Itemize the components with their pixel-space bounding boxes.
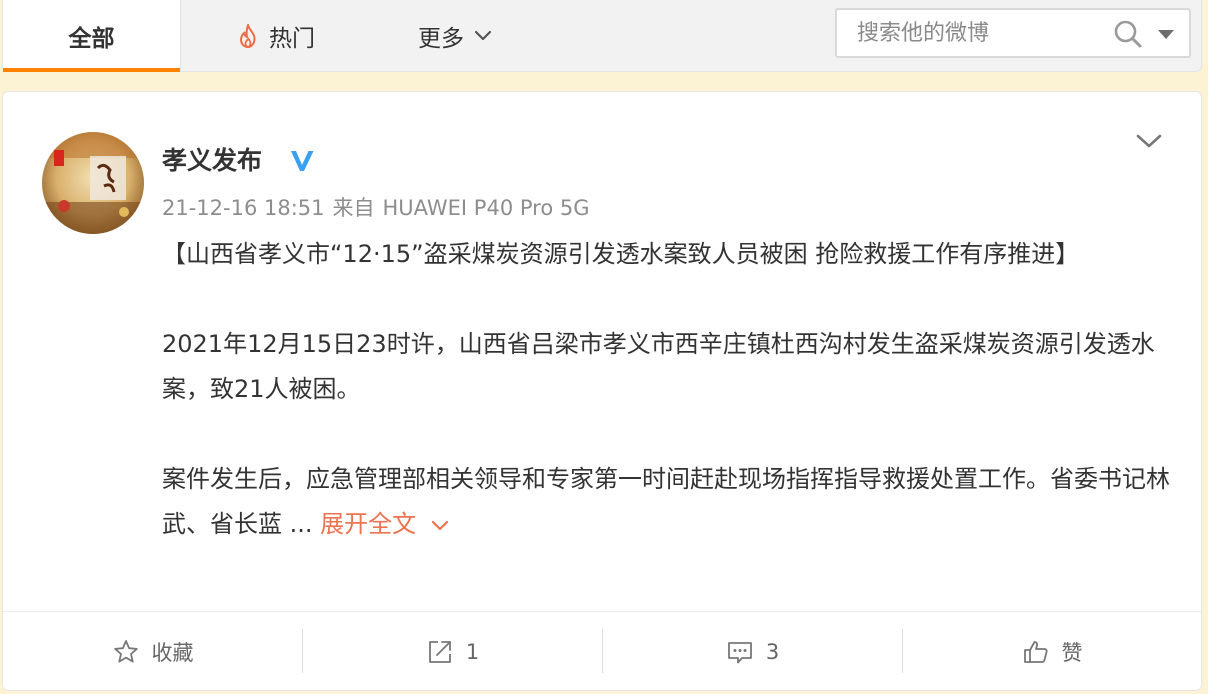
post-options-chevron-icon[interactable] — [1134, 130, 1164, 154]
thumbs-up-icon — [1023, 641, 1048, 663]
post-timestamp[interactable]: 21-12-16 18:51 — [162, 196, 325, 220]
search-input[interactable] — [837, 10, 1097, 56]
weibo-post-card: 孝义发布 21-12-16 18:51 来自 HUAWEI P40 Pro 5G 【… — [2, 91, 1202, 691]
like-label: 赞 — [1061, 641, 1083, 665]
tab-more[interactable]: 更多 — [405, 0, 505, 72]
repost-button[interactable]: 1 — [303, 612, 602, 690]
tab-more-label: 更多 — [418, 26, 464, 52]
post-paragraph-truncated: 案件发生后，应急管理部相关领导和专家第一时间赶赴现场指挥指导救援处置工作。省委书… — [162, 457, 1172, 547]
tab-hot[interactable]: 热门 — [221, 0, 331, 72]
tab-hot-label: 热门 — [269, 26, 315, 52]
like-button[interactable]: 赞 — [903, 612, 1201, 690]
tab-all-label: 全部 — [68, 26, 115, 52]
favorite-label: 收藏 — [151, 641, 194, 665]
post-device[interactable]: HUAWEI P40 Pro 5G — [383, 196, 590, 220]
comment-button[interactable]: 3 — [603, 612, 902, 690]
post-headline: 【山西省孝义市“12·15”盗采煤炭资源引发透水案致人员被困 抢险救援工作有序推… — [162, 240, 1080, 268]
share-icon — [428, 641, 451, 663]
search-icon[interactable] — [1113, 19, 1143, 49]
verified-v-icon — [288, 147, 316, 175]
expand-full-text-link[interactable]: 展开全文 — [320, 510, 450, 538]
post-content: 【山西省孝义市“12·15”盗采煤炭资源引发透水案致人员被困 抢险救援工作有序推… — [162, 232, 1172, 547]
post-source-prefix: 来自 — [332, 196, 375, 220]
post-paragraph: 2021年12月15日23时许，山西省吕梁市孝义市西辛庄镇杜西沟村发生盗采煤炭资… — [162, 330, 1155, 403]
chevron-down-icon — [432, 520, 449, 531]
favorite-button[interactable]: 收藏 — [3, 612, 302, 690]
post-paragraph-text: 案件发生后，应急管理部相关领导和专家第一时间赶赴现场指挥指导救援处置工作。省委书… — [162, 465, 1170, 538]
chevron-down-icon — [474, 30, 492, 42]
search-scope-dropdown-icon[interactable] — [1155, 23, 1177, 45]
post-action-bar: 收藏 1 3 赞 — [3, 611, 1201, 690]
post-meta: 21-12-16 18:51 来自 HUAWEI P40 Pro 5G — [162, 192, 589, 224]
expand-label: 展开全文 — [320, 510, 417, 538]
search-box — [835, 8, 1191, 58]
comment-icon — [727, 642, 752, 664]
author-name[interactable]: 孝义发布 — [162, 142, 262, 180]
profile-tab-bar: 全部 热门 更多 — [2, 0, 1202, 72]
comment-count: 3 — [765, 640, 780, 664]
fire-icon — [237, 23, 259, 49]
star-icon — [113, 640, 138, 663]
repost-count: 1 — [465, 640, 480, 664]
avatar[interactable] — [42, 132, 144, 234]
tab-all[interactable]: 全部 — [3, 0, 181, 72]
